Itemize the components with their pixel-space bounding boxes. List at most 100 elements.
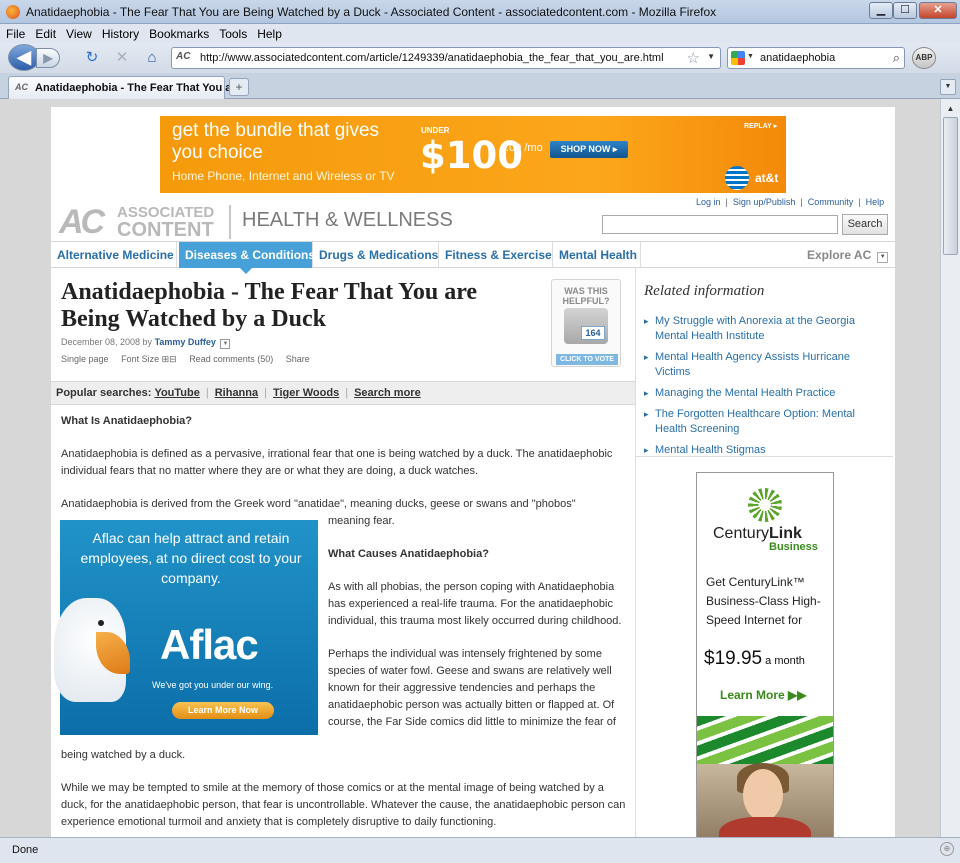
tab-drugs-medications[interactable]: Drugs & Medications — [313, 242, 439, 268]
author-link[interactable]: Tammy Duffey — [155, 337, 216, 347]
reload-icon[interactable]: ↻ — [82, 49, 102, 67]
related-heading: Related information — [644, 283, 765, 299]
adblock-plus-button[interactable]: ABP — [912, 47, 936, 69]
centurylink-copy: Get CenturyLink™ Business-Class High-Spe… — [706, 575, 821, 627]
att-globe-icon — [725, 166, 749, 190]
section-title: HEALTH & WELLNESS — [229, 205, 453, 239]
article-tools: Single page Font Size ⊞⊟ Read comments (… — [61, 354, 320, 365]
home-icon[interactable]: ⌂ — [142, 49, 162, 67]
tab-anatidaephobia[interactable]: AC Anatidaephobia - The Fear That You a.… — [8, 76, 241, 99]
related-link[interactable]: Mental Health Agency Assists Hurricane V… — [644, 350, 884, 380]
menu-bar: File Edit View History Bookmarks Tools Help — [0, 24, 960, 43]
web-page: get the bundle that gives you choice Hom… — [51, 107, 895, 837]
firefox-icon — [6, 5, 20, 19]
single-page-link[interactable]: Single page — [61, 354, 109, 364]
menu-help[interactable]: Help — [251, 24, 286, 41]
centurylink-ad[interactable]: CenturyLink Business Get CenturyLink™ Bu… — [696, 472, 834, 837]
centurylink-price: $19.95 a month — [704, 648, 805, 669]
scroll-thumb[interactable] — [943, 117, 958, 255]
tab-alternative-medicine[interactable]: Alternative Medicine — [51, 242, 177, 268]
community-link[interactable]: Community — [808, 197, 854, 207]
click-to-vote-button[interactable]: CLICK TO VOTE — [556, 354, 618, 365]
site-identity-icon[interactable]: AC — [176, 51, 190, 62]
helpful-count: 164 — [581, 326, 605, 340]
green-stripes-graphic — [697, 716, 833, 764]
woman-face — [743, 769, 783, 821]
att-brand: at&t — [755, 171, 779, 185]
minimize-button[interactable]: ▁ — [869, 2, 893, 19]
ad-shop-now-button[interactable]: SHOP NOW ▸ — [550, 141, 628, 158]
article-meta: December 08, 2008 by Tammy Duffey ▼ — [61, 337, 231, 349]
search-icon[interactable]: ⌕ — [893, 50, 900, 66]
article-body-wrap: meaning fear. What Causes Anatidaephobia… — [328, 513, 628, 747]
aflac-ad[interactable]: Aflac can help attract and retain employ… — [54, 520, 318, 735]
related-link[interactable]: My Struggle with Anorexia at the Georgia… — [644, 314, 884, 344]
menu-edit[interactable]: Edit — [29, 24, 60, 41]
search-bar[interactable]: ▼ anatidaephobia ⌕ — [727, 47, 905, 69]
tab-diseases-conditions[interactable]: Diseases & Conditions — [179, 242, 315, 274]
tab-list-button[interactable]: ▼ — [940, 79, 956, 95]
related-link[interactable]: Managing the Mental Health Practice — [644, 386, 884, 401]
bookmark-star-icon[interactable]: ☆ — [687, 49, 700, 67]
att-ad-banner[interactable]: get the bundle that gives you choice Hom… — [160, 116, 786, 193]
url-bar[interactable]: AC http://www.associatedcontent.com/arti… — [171, 47, 721, 69]
paragraph: meaning fear. — [328, 515, 395, 527]
helpful-vote-widget[interactable]: WAS THIS HELPFUL? 164 CLICK TO VOTE — [551, 279, 621, 367]
google-engine-icon[interactable] — [731, 51, 745, 65]
paragraph: Perhaps the individual was intensely fri… — [328, 648, 616, 728]
associated-content-logo[interactable]: AC ASSOCIATED CONTENT — [59, 205, 225, 241]
window-title: Anatidaephobia - The Fear That You are B… — [26, 5, 717, 19]
maximize-button[interactable]: ☐ — [893, 2, 917, 19]
tab-mental-health[interactable]: Mental Health — [553, 242, 641, 268]
related-link[interactable]: Mental Health Stigmas — [644, 443, 884, 458]
close-window-button[interactable]: ✕ — [919, 2, 957, 19]
help-link[interactable]: Help — [866, 197, 885, 207]
window-titlebar: Anatidaephobia - The Fear That You are B… — [0, 0, 960, 24]
site-search-button[interactable]: Search — [842, 214, 888, 235]
forward-button[interactable]: ▶ — [36, 48, 60, 68]
search-query[interactable]: anatidaephobia — [760, 52, 835, 64]
paragraph: As with all phobias, the person coping w… — [328, 581, 622, 627]
menu-bookmarks[interactable]: Bookmarks — [143, 24, 213, 41]
menu-file[interactable]: File — [0, 24, 29, 41]
centurylink-business: Business — [769, 541, 818, 553]
menu-tools[interactable]: Tools — [213, 24, 251, 41]
status-text: Done — [12, 844, 39, 856]
ad-subline: Home Phone, Internet and Wireless or TV — [172, 169, 395, 183]
menu-view[interactable]: View — [60, 24, 96, 41]
scroll-up-icon[interactable]: ▲ — [943, 101, 958, 116]
menu-history[interactable]: History — [96, 24, 143, 41]
url-text[interactable]: http://www.associatedcontent.com/article… — [200, 52, 664, 64]
search-more-link[interactable]: Search more — [354, 387, 421, 399]
ad-price-cents: .00 /mo — [506, 142, 543, 154]
login-link[interactable]: Log in — [696, 197, 721, 207]
explore-ac-menu[interactable]: Explore AC ▼ — [807, 242, 889, 268]
share-link[interactable]: Share — [286, 354, 310, 364]
ad-replay-button[interactable]: REPLAY ▸ — [744, 122, 777, 130]
page-viewport: get the bundle that gives you choice Hom… — [0, 99, 940, 837]
centurylink-logo-icon — [748, 488, 782, 522]
centurylink-learn-more[interactable]: Learn More ▶▶ — [720, 688, 806, 702]
popular-search-link[interactable]: Tiger Woods — [273, 387, 339, 399]
read-comments-link[interactable]: Read comments (50) — [189, 354, 273, 364]
vertical-scrollbar[interactable]: ▲ — [940, 99, 960, 837]
new-tab-button[interactable]: + — [229, 78, 249, 96]
tab-fitness-exercise[interactable]: Fitness & Exercise — [439, 242, 553, 268]
signup-link[interactable]: Sign up/Publish — [733, 197, 796, 207]
status-bar: Done ⊕ — [0, 837, 960, 863]
site-search-input[interactable] — [602, 215, 838, 234]
stop-icon[interactable]: ✕ — [112, 49, 132, 67]
related-list: My Struggle with Anorexia at the Georgia… — [644, 314, 884, 464]
author-dropdown-icon[interactable]: ▼ — [220, 339, 231, 349]
engine-dropdown-icon[interactable]: ▼ — [747, 53, 754, 60]
popular-searches: Popular searches: YouTube | Rihanna | Tiger … — [51, 381, 635, 405]
woman-shirt — [719, 817, 811, 837]
popular-search-link[interactable]: YouTube — [154, 387, 199, 399]
url-history-dropdown-icon[interactable]: ▼ — [707, 52, 715, 61]
aflac-learn-more-button[interactable]: Learn More Now — [172, 702, 274, 719]
font-size-control[interactable]: Font Size ⊞⊟ — [121, 354, 177, 364]
aflac-tagline: We've got you under our wing. — [152, 680, 274, 690]
popular-search-link[interactable]: Rihanna — [215, 387, 258, 399]
related-link[interactable]: The Forgotten Healthcare Option: Mental … — [644, 407, 884, 437]
explore-label: Explore AC — [807, 248, 872, 262]
